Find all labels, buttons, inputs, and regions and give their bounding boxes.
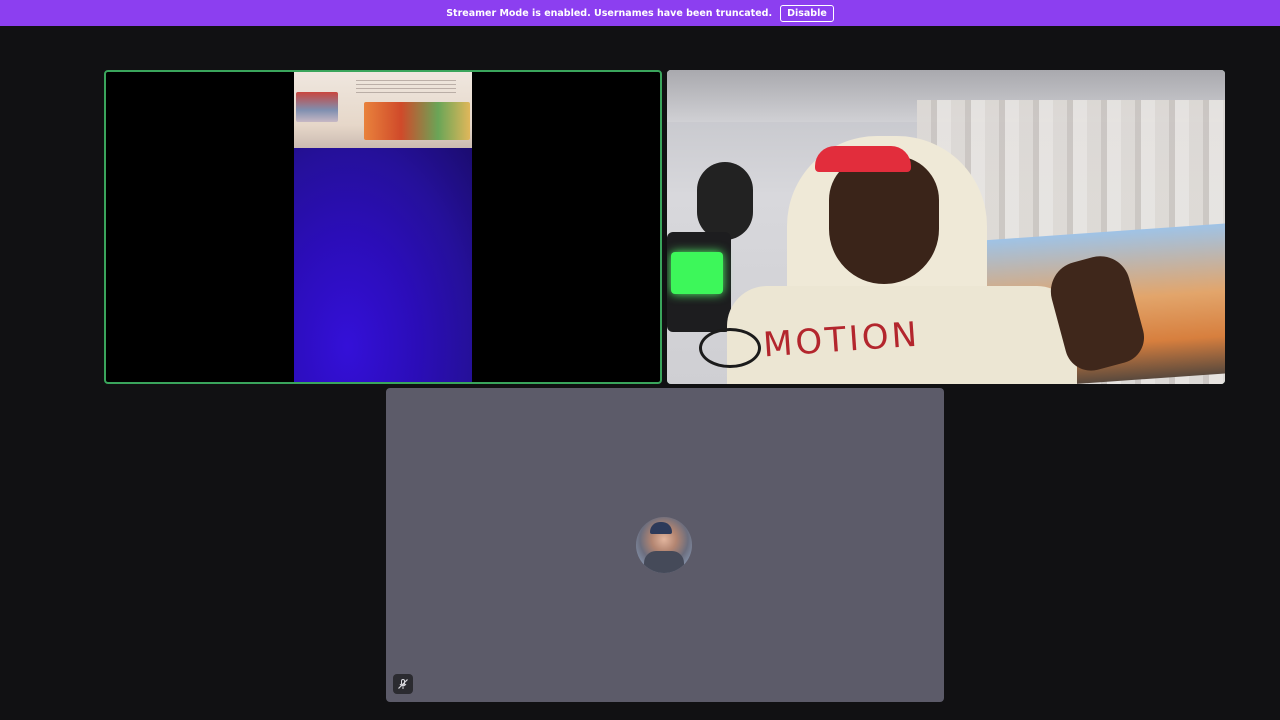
video-tile-1[interactable]: [104, 70, 662, 384]
participant-video-2: MOTION: [667, 70, 1225, 384]
voice-call-stage: MOTION: [0, 26, 1280, 720]
disable-streamer-mode-button[interactable]: Disable: [780, 4, 834, 22]
mic-muted-icon: [393, 674, 413, 694]
avatar: [636, 517, 692, 573]
participant-video-1: [294, 72, 472, 382]
video-tile-2[interactable]: MOTION: [667, 70, 1225, 384]
avatar-tile[interactable]: [386, 388, 944, 702]
streamer-mode-message: Streamer Mode is enabled. Usernames have…: [446, 7, 773, 19]
streamer-mode-banner: Streamer Mode is enabled. Usernames have…: [0, 0, 1280, 26]
